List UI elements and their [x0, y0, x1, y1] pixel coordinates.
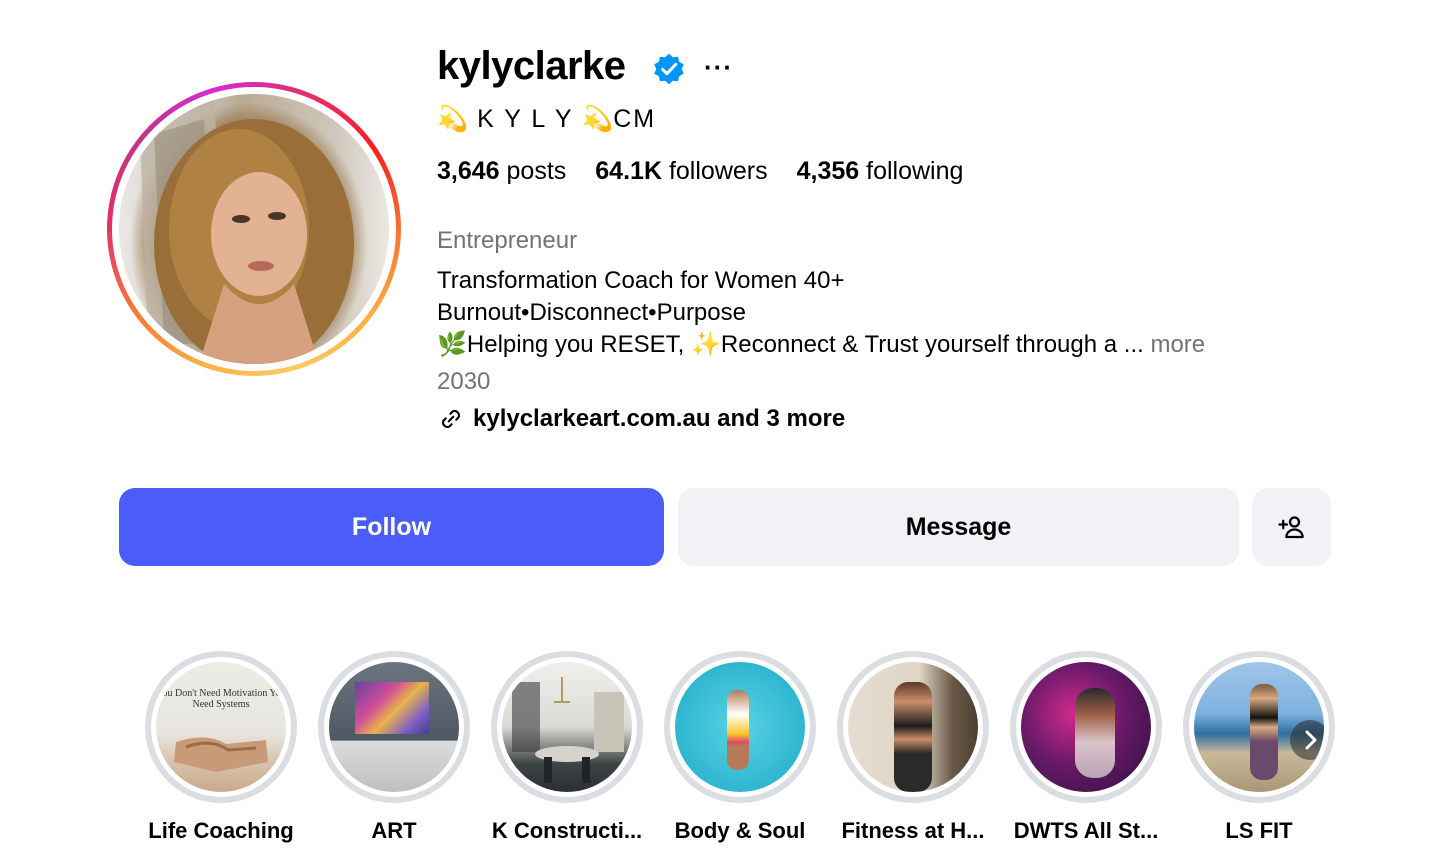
- highlight-label: K Constructi...: [491, 818, 643, 843]
- highlight-cover: You Don't Need Motivation You Need Syste…: [156, 662, 286, 792]
- profile-stats: 3,646 posts 64.1K followers 4,356 follow…: [437, 157, 963, 186]
- avatar-photo: [119, 94, 389, 364]
- follow-button[interactable]: Follow: [119, 488, 664, 566]
- painting-image: [355, 682, 429, 734]
- profile-link-text: kylyclarkeart.com.au and 3 more: [473, 405, 846, 432]
- highlight-ring: [837, 651, 989, 803]
- highlight-cover: [848, 662, 978, 792]
- profile-category: Entrepreneur: [437, 227, 578, 254]
- person-add-icon: [1277, 516, 1304, 539]
- fitness-figure: [894, 682, 932, 792]
- highlight-ls-fit[interactable]: LS FIT: [1183, 651, 1335, 844]
- athlete-figure: [1250, 684, 1278, 780]
- followers-count: 64.1K: [595, 157, 662, 185]
- verified-badge-icon: [654, 53, 684, 85]
- highlight-cover: [675, 662, 805, 792]
- highlight-body-soul[interactable]: Body & Soul: [664, 651, 816, 844]
- more-options-icon[interactable]: ···: [704, 52, 733, 83]
- highlight-label: Fitness at H...: [841, 818, 985, 843]
- followers-label: followers: [668, 157, 768, 185]
- posts-label: posts: [506, 157, 567, 185]
- posts-count: 3,646: [437, 157, 500, 185]
- highlight-cover: [502, 662, 632, 792]
- highlight-fitness-at-home[interactable]: Fitness at H...: [837, 651, 989, 844]
- highlight-label: DWTS All St...: [1013, 818, 1159, 843]
- posts-stat: 3,646 posts: [437, 157, 566, 186]
- profile-avatar[interactable]: [107, 82, 401, 376]
- following-stat[interactable]: 4,356 following: [797, 157, 964, 186]
- following-count: 4,356: [796, 157, 860, 185]
- display-name-text: K Y L Y: [477, 105, 574, 133]
- highlight-cover: [329, 662, 459, 792]
- sparkles-emoji: ✨: [691, 331, 721, 358]
- display-name-suffix: CM: [613, 105, 657, 133]
- link-icon: [442, 410, 460, 428]
- highlight-ring: [664, 651, 816, 803]
- highlight-cover: [1021, 662, 1151, 792]
- highlight-label: ART: [371, 818, 417, 843]
- highlight-label: Body & Soul: [674, 818, 806, 843]
- highlight-dwts-all-stars[interactable]: DWTS All St...: [1010, 651, 1162, 844]
- bio-more-link[interactable]: more: [1150, 331, 1205, 358]
- highlight-label: LS FIT: [1225, 818, 1293, 843]
- highlight-ring: [1183, 651, 1335, 803]
- highlight-ring: [491, 651, 643, 803]
- highlight-life-coaching[interactable]: You Don't Need Motivation You Need Syste…: [145, 651, 297, 844]
- highlight-art[interactable]: ART: [318, 651, 470, 844]
- shooting-star-emoji: 💫: [437, 105, 469, 133]
- profile-display-name: 💫 K Y L Y 💫CM: [437, 105, 656, 134]
- suggest-accounts-button[interactable]: [1252, 488, 1331, 566]
- highlight-k-construction[interactable]: K Constructi...: [491, 651, 643, 844]
- message-button[interactable]: Message: [678, 488, 1239, 566]
- followers-stat[interactable]: 64.1K followers: [595, 157, 767, 186]
- profile-link[interactable]: kylyclarkeart.com.au and 3 more: [437, 405, 845, 433]
- bio-text: Helping you RESET,: [466, 331, 691, 358]
- following-label: following: [866, 157, 964, 185]
- highlight-cover: [1194, 662, 1324, 792]
- next-arrow-icon[interactable]: [1290, 720, 1324, 760]
- bio-line: Burnout•Disconnect•Purpose: [437, 299, 746, 326]
- profile-username: kylyclarke: [437, 44, 626, 88]
- profile-bio: Transformation Coach for Women 40+ Burno…: [437, 265, 1205, 361]
- bio-line: 2030: [437, 368, 491, 395]
- bio-line: 🌿Helping you RESET, ✨Reconnect & Trust y…: [437, 329, 1205, 361]
- highlight-ring: You Don't Need Motivation You Need Syste…: [145, 651, 297, 803]
- shooting-star-emoji: 💫: [582, 105, 614, 133]
- dance-couple-figure: [1075, 688, 1115, 778]
- bio-line: Transformation Coach for Women 40+: [437, 267, 845, 294]
- leaf-emoji: 🌿: [437, 331, 467, 358]
- dancer-figure: [727, 690, 749, 770]
- highlight-label: Life Coaching: [148, 818, 294, 843]
- highlight-ring: [1010, 651, 1162, 803]
- highlight-ring: [318, 651, 470, 803]
- bio-text: Reconnect & Trust yourself through a ...: [720, 331, 1151, 358]
